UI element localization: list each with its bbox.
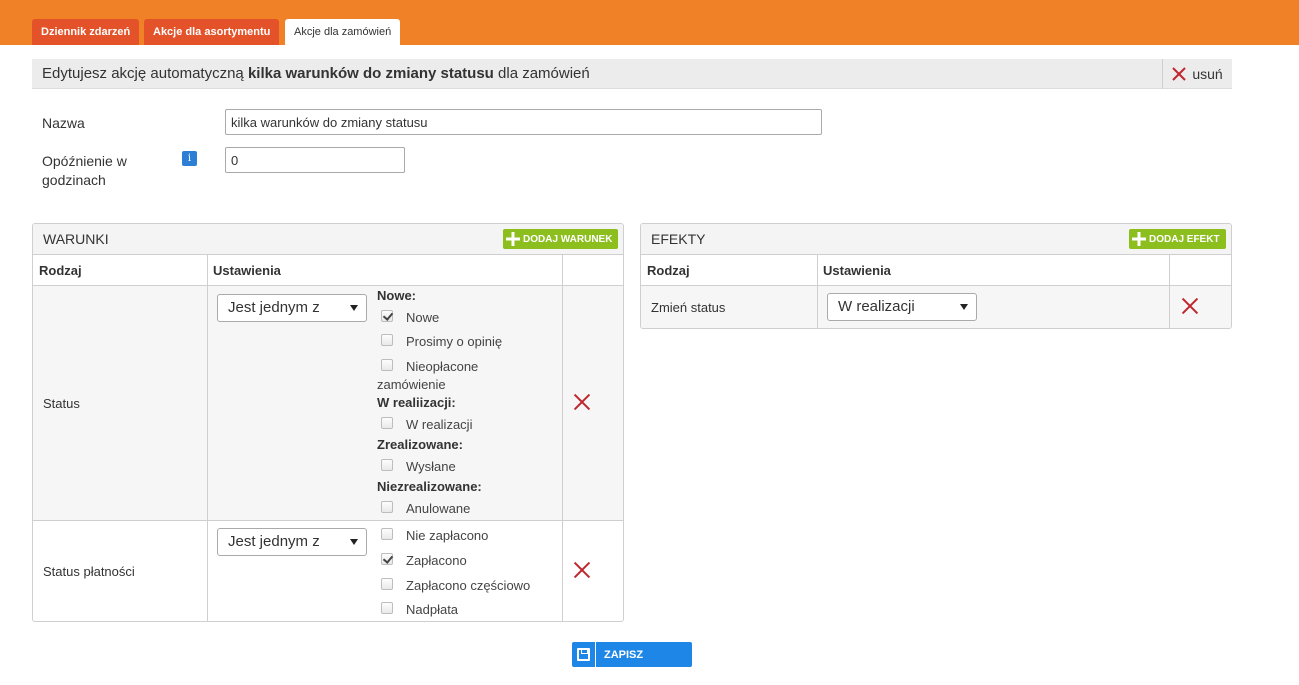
option-label: Nadpłata [406, 602, 459, 617]
checkbox-prosimy-o-opinie[interactable] [381, 334, 393, 346]
condition-type-payment-status: Status płatności [43, 564, 135, 579]
name-input[interactable] [225, 109, 822, 135]
save-button[interactable]: ZAPISZ [572, 642, 692, 667]
select-value: Jest jednym z [228, 533, 320, 550]
add-condition-button[interactable]: DODAJ WARUNEK [503, 229, 619, 249]
checkbox-w-realizacji[interactable] [381, 417, 393, 429]
effects-col-type: Rodzaj [641, 255, 817, 286]
remove-condition-status-icon[interactable] [573, 393, 591, 411]
grid-line [207, 255, 208, 621]
add-condition-label: DODAJ WARUNEK [523, 233, 613, 245]
edit-header: Edytujesz akcję automatyczną kilka warun… [32, 59, 1232, 89]
tab-event-log[interactable]: Dziennik zdarzeń [32, 19, 140, 45]
option-label: Anulowane [406, 501, 471, 516]
plus-icon [1129, 229, 1149, 249]
option-group-label: W realiizacji: [377, 395, 456, 410]
add-effect-button[interactable]: DODAJ EFEKT [1129, 229, 1226, 249]
delay-label: Opóźnienie w godzinach [42, 153, 127, 188]
option-label: Prosimy o opinię [406, 334, 503, 349]
delete-button[interactable]: usuń [1162, 59, 1232, 89]
effects-title: EFEKTY [651, 231, 706, 247]
effect-status-select[interactable]: W realizacji [827, 293, 977, 321]
checkbox-anulowane[interactable] [381, 501, 393, 513]
checkbox-zaplacono-czesciowo[interactable] [381, 578, 393, 590]
option-label: Nie zapłacono [406, 528, 489, 543]
effects-col-actions [1169, 255, 1231, 286]
select-value: Jest jednym z [228, 299, 320, 316]
title-suffix: dla zamówień [498, 65, 590, 82]
option-label: Zapłacono częściowo [406, 578, 531, 593]
page-title: Edytujesz akcję automatyczną kilka warun… [42, 59, 590, 89]
grid-line [562, 255, 563, 621]
effects-col-settings: Ustawienia [817, 255, 1169, 286]
option-group-label: Zrealizowane: [377, 437, 463, 452]
condition-type-status: Status [43, 396, 80, 411]
conditions-panel: WARUNKI DODAJ WARUNEK Rodzaj Ustawienia … [32, 223, 624, 622]
chevron-down-icon [350, 539, 358, 545]
option-label: Zapłacono [406, 553, 467, 568]
chevron-down-icon [960, 304, 968, 310]
checkbox-wyslane[interactable] [381, 459, 393, 471]
option-group-label: Niezrealizowane: [377, 479, 482, 494]
conditions-col-actions [562, 255, 623, 286]
title-prefix: Edytujesz akcję automatyczną [42, 65, 244, 82]
chevron-down-icon [350, 305, 358, 311]
option-label: Wysłane [406, 459, 456, 474]
condition-operator-select[interactable]: Jest jednym z [217, 294, 367, 322]
option-group-label: Nowe: [377, 288, 416, 303]
name-label: Nazwa [42, 115, 85, 131]
floppy-disk-icon [577, 648, 590, 661]
top-bar: Dziennik zdarzeń Akcje dla asortymentu A… [0, 0, 1299, 45]
checkbox-zaplacono[interactable] [381, 553, 393, 565]
select-value: W realizacji [838, 298, 915, 315]
tab-order-actions[interactable]: Akcje dla zamówień [285, 19, 401, 45]
effects-panel-header: EFEKTY DODAJ EFEKT [641, 224, 1231, 255]
close-icon [1172, 67, 1186, 81]
grid-line [817, 255, 818, 328]
grid-line [1169, 255, 1170, 328]
info-icon[interactable]: i [182, 151, 197, 166]
conditions-col-settings: Ustawienia [207, 255, 562, 286]
title-action-name: kilka warunków do zmiany statusu [247, 65, 494, 82]
remove-condition-payment-icon[interactable] [573, 561, 591, 579]
save-icon-box [572, 642, 596, 667]
checkbox-nie-zaplacono[interactable] [381, 528, 393, 540]
checkbox-nowe[interactable] [381, 310, 393, 322]
conditions-title: WARUNKI [43, 231, 109, 247]
option-label: W realizacji [406, 417, 473, 432]
effect-type: Zmień status [651, 300, 726, 315]
remove-effect-icon[interactable] [1181, 297, 1199, 315]
checkbox-nadplata[interactable] [381, 602, 393, 614]
delete-label: usuń [1192, 66, 1223, 82]
tab-product-actions[interactable]: Akcje dla asortymentu [144, 19, 280, 45]
add-effect-label: DODAJ EFEKT [1149, 233, 1220, 245]
save-label: ZAPISZ [604, 648, 644, 661]
option-label: Nowe [406, 310, 440, 325]
conditions-panel-header: WARUNKI DODAJ WARUNEK [33, 224, 623, 255]
condition-operator-select[interactable]: Jest jednym z [217, 528, 367, 556]
delay-input[interactable] [225, 147, 405, 173]
grid-line [33, 520, 623, 521]
option-label: Nieopłacone zamówienie [377, 359, 479, 392]
plus-icon [503, 229, 523, 249]
conditions-col-type: Rodzaj [33, 255, 207, 286]
effects-panel: EFEKTY DODAJ EFEKT Rodzaj Ustawienia Zmi… [640, 223, 1232, 329]
